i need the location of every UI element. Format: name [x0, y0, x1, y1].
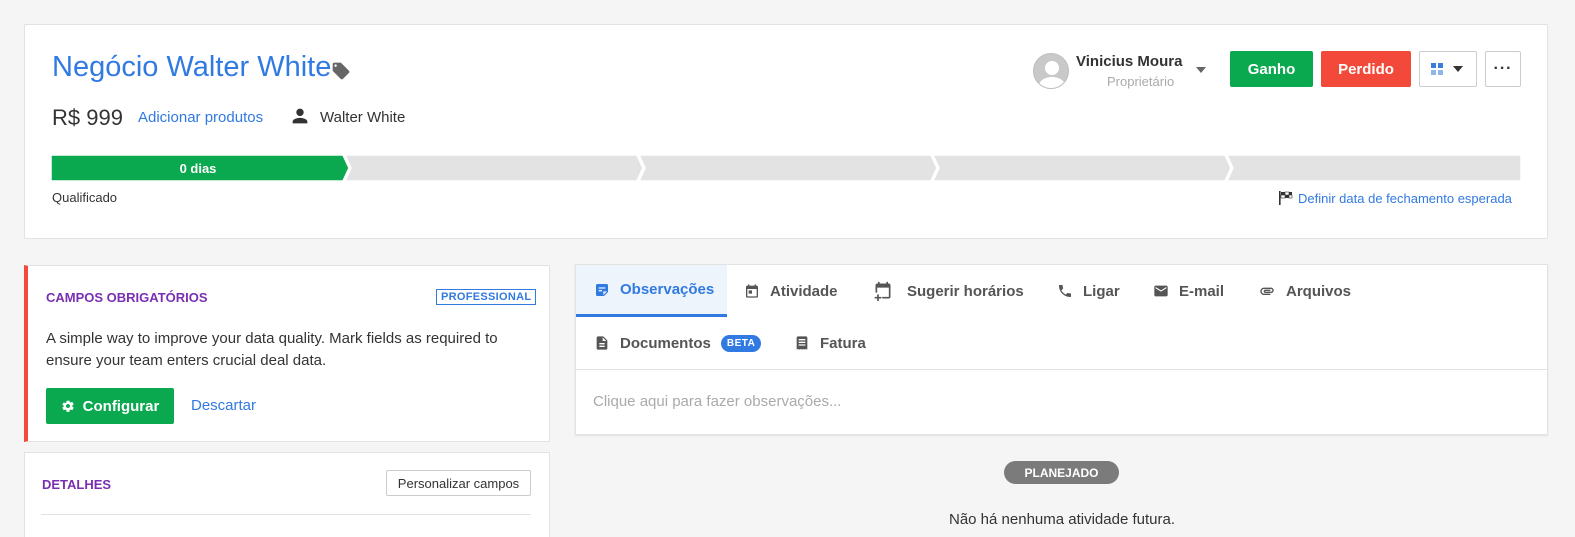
owner-name[interactable]: Vinicius Moura — [1076, 53, 1182, 70]
required-fields-description: A simple way to improve your data qualit… — [46, 330, 498, 369]
pipeline-stage[interactable] — [638, 155, 938, 181]
paperclip-icon — [1260, 287, 1274, 295]
tab-label: Fatura — [820, 334, 866, 352]
deal-title[interactable]: Negócio Walter White — [52, 51, 331, 84]
mail-icon — [1154, 285, 1168, 297]
tab-label: Observações — [620, 281, 715, 298]
won-button[interactable]: Ganho — [1230, 51, 1313, 87]
chevron-down-icon[interactable] — [1196, 67, 1206, 73]
person-link[interactable]: Walter White — [320, 109, 405, 126]
tab-label: Atividade — [770, 282, 838, 300]
tab-notes[interactable]: Observações — [576, 265, 727, 317]
pipeline-stage[interactable] — [1226, 155, 1521, 181]
configure-label: Configurar — [82, 397, 160, 415]
dismiss-button[interactable]: Descartar — [191, 397, 256, 414]
avatar-placeholder-icon — [1038, 61, 1066, 88]
notes-input[interactable]: Clique aqui para fazer observações... — [593, 393, 841, 410]
tag-icon[interactable] — [331, 61, 351, 81]
tab-label: Sugerir horários — [907, 282, 1024, 300]
tab-documents[interactable]: Documentos BETA — [594, 317, 762, 369]
invoice-icon — [796, 336, 808, 350]
required-fields-title: CAMPOS OBRIGATÓRIOS — [46, 290, 208, 305]
tab-label: Documentos — [620, 334, 711, 352]
calendar-icon — [746, 284, 758, 298]
phone-icon — [1059, 285, 1071, 297]
tab-suggest-times[interactable]: Sugerir horários — [873, 265, 1024, 317]
tab-call[interactable]: Ligar — [1057, 265, 1120, 317]
plan-badge: PROFESSIONAL — [436, 289, 537, 305]
tab-invoice[interactable]: Fatura — [794, 317, 866, 369]
details-title: DETALHES — [42, 477, 112, 492]
chevron-down-icon — [1453, 66, 1463, 72]
add-products-link[interactable]: Adicionar produtos — [138, 109, 263, 126]
expected-close-date-link[interactable]: Definir data de fechamento esperada — [1278, 190, 1512, 206]
planned-badge: PLANEJADO — [1004, 461, 1119, 484]
no-activity-message: Não há nenhuma atividade futura. — [949, 511, 1175, 528]
deal-header-card: Negócio Walter White R$ 999 Adicionar pr… — [24, 24, 1548, 239]
pipeline-stage[interactable] — [344, 155, 644, 181]
tab-files[interactable]: Arquivos — [1258, 265, 1351, 317]
divider — [41, 514, 531, 515]
activity-panel: Observações Atividade Sugerir horários L… — [575, 264, 1548, 435]
note-icon — [596, 283, 608, 296]
pipeline-progress: 0 dias — [51, 155, 1521, 181]
calendar-add-icon — [874, 281, 891, 301]
tab-label: Arquivos — [1286, 282, 1352, 300]
tab-email[interactable]: E-mail — [1153, 265, 1224, 317]
pipeline-stage[interactable] — [932, 155, 1232, 181]
configure-button[interactable]: Configurar — [46, 388, 174, 424]
tab-label: Ligar — [1083, 282, 1120, 300]
owner-role: Proprietário — [1107, 74, 1175, 89]
person-icon — [292, 108, 308, 124]
beta-badge: BETA — [720, 334, 762, 352]
tab-label: E-mail — [1179, 282, 1225, 300]
avatar[interactable] — [1033, 53, 1069, 89]
tab-activity[interactable]: Atividade — [744, 265, 838, 317]
stage-name: Qualificado — [52, 190, 118, 205]
flag-icon — [1279, 191, 1293, 205]
required-fields-card: CAMPOS OBRIGATÓRIOS PROFESSIONAL A simpl… — [24, 265, 550, 442]
document-icon — [596, 336, 608, 350]
gear-icon — [61, 400, 74, 412]
layout-switch-button[interactable] — [1419, 51, 1477, 87]
more-actions-button[interactable]: ··· — [1485, 51, 1521, 87]
lost-button[interactable]: Perdido — [1321, 51, 1411, 87]
details-card: DETALHES Personalizar campos — [24, 452, 550, 537]
expected-close-date-label: Definir data de fechamento esperada — [1298, 190, 1512, 206]
customize-fields-button[interactable]: Personalizar campos — [386, 470, 531, 496]
pipeline-stage-duration: 0 dias — [180, 161, 217, 176]
grid-icon — [1431, 63, 1443, 75]
deal-value[interactable]: R$ 999 — [52, 105, 123, 131]
divider — [576, 369, 1547, 370]
